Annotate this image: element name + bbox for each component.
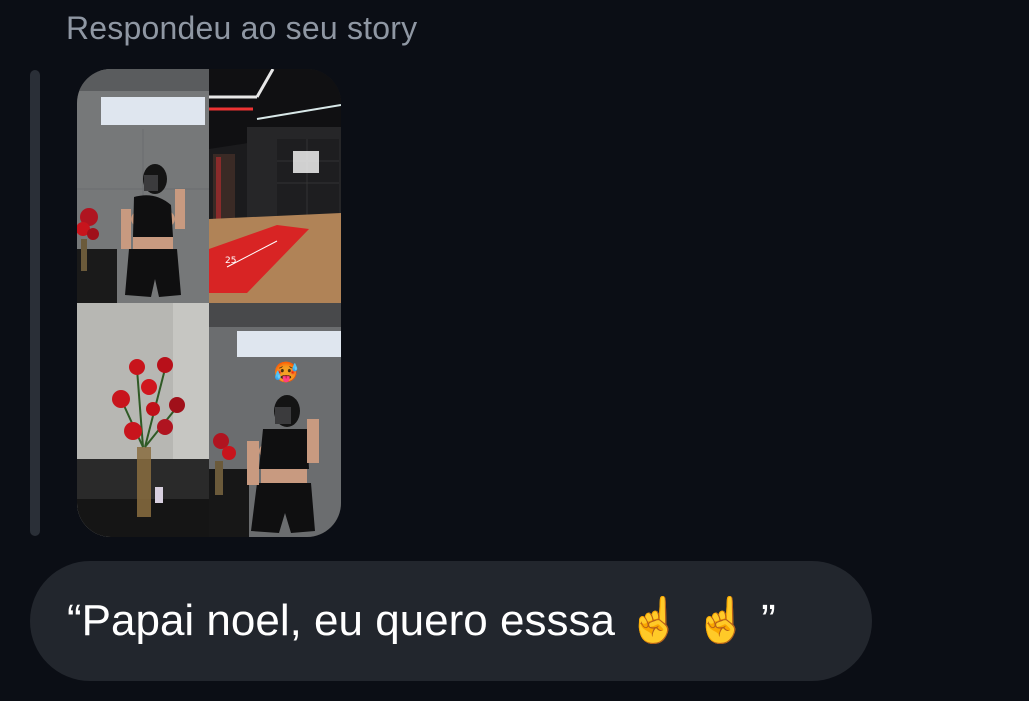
quote-bar — [30, 70, 40, 536]
gym-floor-number: 25 — [225, 256, 236, 266]
message-text: “Papai noel, eu quero esssa ☝️ ☝️ ” — [67, 596, 776, 645]
hot-face-icon: 🥵 — [273, 360, 299, 384]
collage-photo-bottom-left — [77, 303, 209, 537]
reply-header: Respondeu ao seu story — [66, 10, 418, 46]
story-thumbnail[interactable]: 25 🥵 — [77, 69, 341, 537]
collage-photo-bottom-right — [209, 303, 341, 537]
collage-photo-top-left — [77, 69, 209, 303]
story-collage: 25 — [77, 69, 341, 537]
message-bubble[interactable]: “Papai noel, eu quero esssa ☝️ ☝️ ” — [30, 561, 872, 681]
collage-photo-top-right: 25 — [209, 69, 341, 303]
